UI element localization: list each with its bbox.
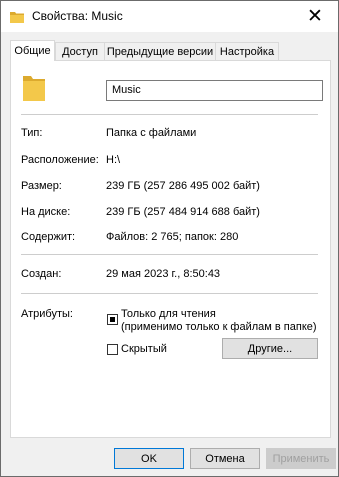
advanced-button-label: Другие... <box>247 342 293 355</box>
size-value: 239 ГБ (257 286 495 002 байт) <box>106 180 260 192</box>
divider <box>21 114 318 115</box>
apply-button[interactable]: Применить <box>266 448 336 469</box>
window-title: Свойства: Music <box>32 9 123 23</box>
ok-button[interactable]: OK <box>114 448 184 469</box>
created-value: 29 мая 2023 г., 8:50:43 <box>106 268 221 280</box>
readonly-checkbox[interactable] <box>107 314 118 325</box>
hidden-checkbox[interactable] <box>107 344 118 355</box>
contains-label: Содержит: <box>21 231 76 243</box>
disk-size-value: 239 ГБ (257 484 914 688 байт) <box>106 206 260 218</box>
tab-sharing[interactable]: Доступ <box>55 42 105 60</box>
location-label: Расположение: <box>21 154 99 166</box>
cancel-button-label: Отмена <box>205 452 245 465</box>
disk-size-label: На диске: <box>21 206 71 218</box>
divider <box>21 254 318 255</box>
size-label: Размер: <box>21 180 62 192</box>
cancel-button[interactable]: Отмена <box>190 448 260 469</box>
tab-customize[interactable]: Настройка <box>215 42 279 60</box>
location-value: H:\ <box>106 154 121 166</box>
divider <box>21 293 318 294</box>
type-label: Тип: <box>21 127 43 139</box>
hidden-label: Скрытый <box>121 343 167 355</box>
close-button[interactable]: ✕ <box>292 1 338 32</box>
title-bar: Свойства: Music ✕ <box>1 1 338 32</box>
type-value: Папка с файлами <box>106 127 197 139</box>
advanced-button[interactable]: Другие... <box>222 338 318 359</box>
apply-button-label: Применить <box>272 452 330 465</box>
readonly-label: Только для чтения <box>121 308 216 320</box>
contains-value: Файлов: 2 765; папок: 280 <box>106 231 239 243</box>
properties-dialog: Свойства: Music ✕ Общие Доступ Предыдущи… <box>0 0 339 477</box>
folder-name-input[interactable]: Music <box>106 80 323 101</box>
tab-label: Настройка <box>219 45 275 58</box>
tab-label: Доступ <box>62 45 98 58</box>
readonly-sublabel: (применимо только к файлам в папке) <box>121 321 317 333</box>
folder-icon <box>10 12 24 23</box>
tab-general[interactable]: Общие <box>10 40 55 61</box>
close-icon: ✕ <box>307 6 323 27</box>
attributes-label: Атрибуты: <box>21 308 73 320</box>
ok-button-label: OK <box>141 452 157 465</box>
created-label: Создан: <box>21 268 62 280</box>
general-panel: Music Тип: Папка с файлами Расположение:… <box>10 60 331 438</box>
folder-icon <box>23 76 45 101</box>
tab-strip: Общие Доступ Предыдущие версии Настройка <box>10 40 329 61</box>
tab-previous-versions[interactable]: Предыдущие версии <box>104 42 216 60</box>
tab-label: Предыдущие версии <box>106 45 214 58</box>
tab-label: Общие <box>14 45 51 57</box>
